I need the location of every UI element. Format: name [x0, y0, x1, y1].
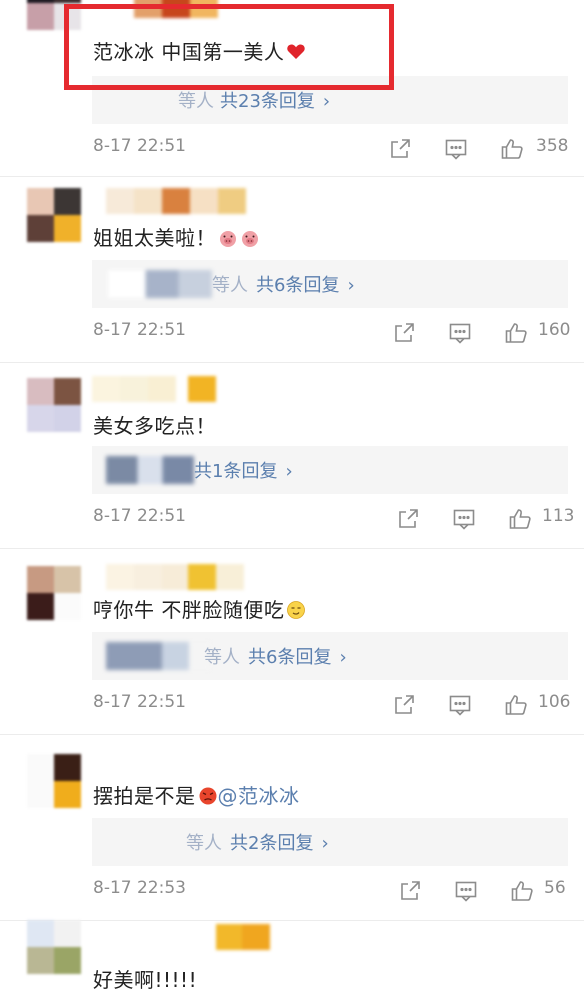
like-count: 160 — [538, 320, 571, 340]
divider — [0, 176, 584, 177]
reply-count-text[interactable]: 等人 共6条回复 › — [212, 271, 355, 297]
reply-count-text[interactable]: 共1条回复 › — [194, 457, 293, 483]
divider — [0, 548, 584, 549]
comment-icon[interactable] — [444, 137, 468, 161]
share-icon[interactable] — [396, 507, 420, 531]
comment-time: 8-17 22:51 — [93, 136, 186, 156]
avatar[interactable] — [27, 754, 81, 808]
avatar[interactable] — [27, 378, 81, 432]
divider — [0, 362, 584, 363]
reply-users-suffix: 等人 — [204, 647, 240, 668]
reply-summary[interactable]: 共1条回复 › — [92, 446, 568, 494]
comment-icon[interactable] — [454, 879, 478, 903]
reply-users-suffix: 等人 — [178, 91, 214, 112]
comment-text-content: 哼你牛 不胖脸随便吃 — [93, 598, 285, 622]
comment-icon[interactable] — [448, 693, 472, 717]
reply-count-label: 共1条回复 — [194, 461, 278, 482]
chevron-right-icon: › — [322, 91, 331, 112]
comment-meta: 8-17 22:51 113 — [0, 506, 584, 532]
comment-meta: 8-17 22:51 358 — [0, 136, 584, 162]
comment-time: 8-17 22:51 — [93, 506, 186, 526]
comment-time: 8-17 22:53 — [93, 878, 186, 898]
like-count: 106 — [538, 692, 571, 712]
comment-meta: 8-17 22:51 160 — [0, 320, 584, 346]
pig-face-icon — [220, 231, 236, 247]
share-icon[interactable] — [388, 137, 412, 161]
reply-summary[interactable]: 等人 共2条回复 › — [92, 818, 568, 866]
comment-text: 姐姐太美啦！ — [93, 222, 260, 251]
avatar[interactable] — [27, 566, 81, 620]
comment-time: 8-17 22:51 — [93, 320, 186, 340]
comment-meta: 8-17 22:53 56 — [0, 878, 584, 904]
highlight-box — [64, 4, 394, 90]
share-icon[interactable] — [392, 321, 416, 345]
comment-text: 好美啊!!!!! — [93, 964, 197, 993]
chevron-right-icon: › — [339, 647, 347, 668]
reply-count-label: 共23条回复 — [220, 91, 315, 112]
reply-count-label: 共2条回复 — [230, 833, 314, 854]
comment-icon[interactable] — [452, 507, 476, 531]
user-mention-link[interactable]: @范冰冰 — [218, 784, 300, 808]
comment-time: 8-17 22:51 — [93, 692, 186, 712]
chevron-right-icon: › — [285, 461, 293, 482]
comment-text-content: 好美啊!!!!! — [93, 968, 198, 992]
share-icon[interactable] — [398, 879, 422, 903]
comment-text-content: 摆拍是不是 — [93, 784, 196, 808]
thumbs-up-icon[interactable] — [504, 693, 528, 717]
thumbs-up-icon[interactable] — [510, 879, 534, 903]
username[interactable] — [92, 564, 272, 590]
reply-users-suffix: 等人 — [212, 275, 248, 296]
reply-users-suffix: 等人 — [186, 833, 222, 854]
reply-user-avatars — [106, 456, 194, 484]
reply-summary[interactable]: 等人 共6条回复 › — [92, 260, 568, 308]
thumbs-up-icon[interactable] — [508, 507, 532, 531]
comment-text: 哼你牛 不胖脸随便吃 — [93, 594, 306, 623]
thumbs-up-icon[interactable] — [504, 321, 528, 345]
avatar[interactable] — [27, 920, 81, 974]
username[interactable] — [92, 188, 272, 214]
avatar[interactable] — [27, 188, 81, 242]
reply-summary[interactable]: 等人 共6条回复 › — [92, 632, 568, 680]
comment-text: 美女多吃点！ — [93, 410, 216, 439]
comment-text: 摆拍是不是 @范冰冰 — [93, 780, 300, 809]
reply-count-text[interactable]: 等人 共6条回复 › — [204, 643, 347, 669]
reply-count-label: 共6条回复 — [248, 647, 332, 668]
reply-count-text[interactable]: 等人 共2条回复 › — [186, 829, 329, 855]
reply-user-avatars — [108, 270, 212, 298]
pig-face-icon — [242, 231, 258, 247]
like-count: 358 — [536, 136, 569, 156]
username[interactable] — [92, 924, 272, 950]
comment-text-content: 姐姐太美啦！ — [93, 226, 216, 250]
like-count: 56 — [544, 878, 566, 898]
like-count: 113 — [542, 506, 575, 526]
comment-text-content: 美女多吃点！ — [93, 414, 216, 438]
chevron-right-icon: › — [347, 275, 355, 296]
reply-count-text[interactable]: 等人 共23条回复 › — [178, 87, 330, 113]
chevron-right-icon: › — [321, 833, 329, 854]
username[interactable] — [92, 376, 272, 402]
comment-icon[interactable] — [448, 321, 472, 345]
reply-count-label: 共6条回复 — [256, 275, 340, 296]
angry-face-icon — [199, 787, 216, 805]
thumbs-up-icon[interactable] — [500, 137, 524, 161]
divider — [0, 920, 584, 921]
comment-meta: 8-17 22:51 106 — [0, 692, 584, 718]
smirk-face-icon — [287, 601, 306, 619]
share-icon[interactable] — [392, 693, 416, 717]
divider — [0, 734, 584, 735]
reply-user-avatars — [106, 642, 210, 670]
